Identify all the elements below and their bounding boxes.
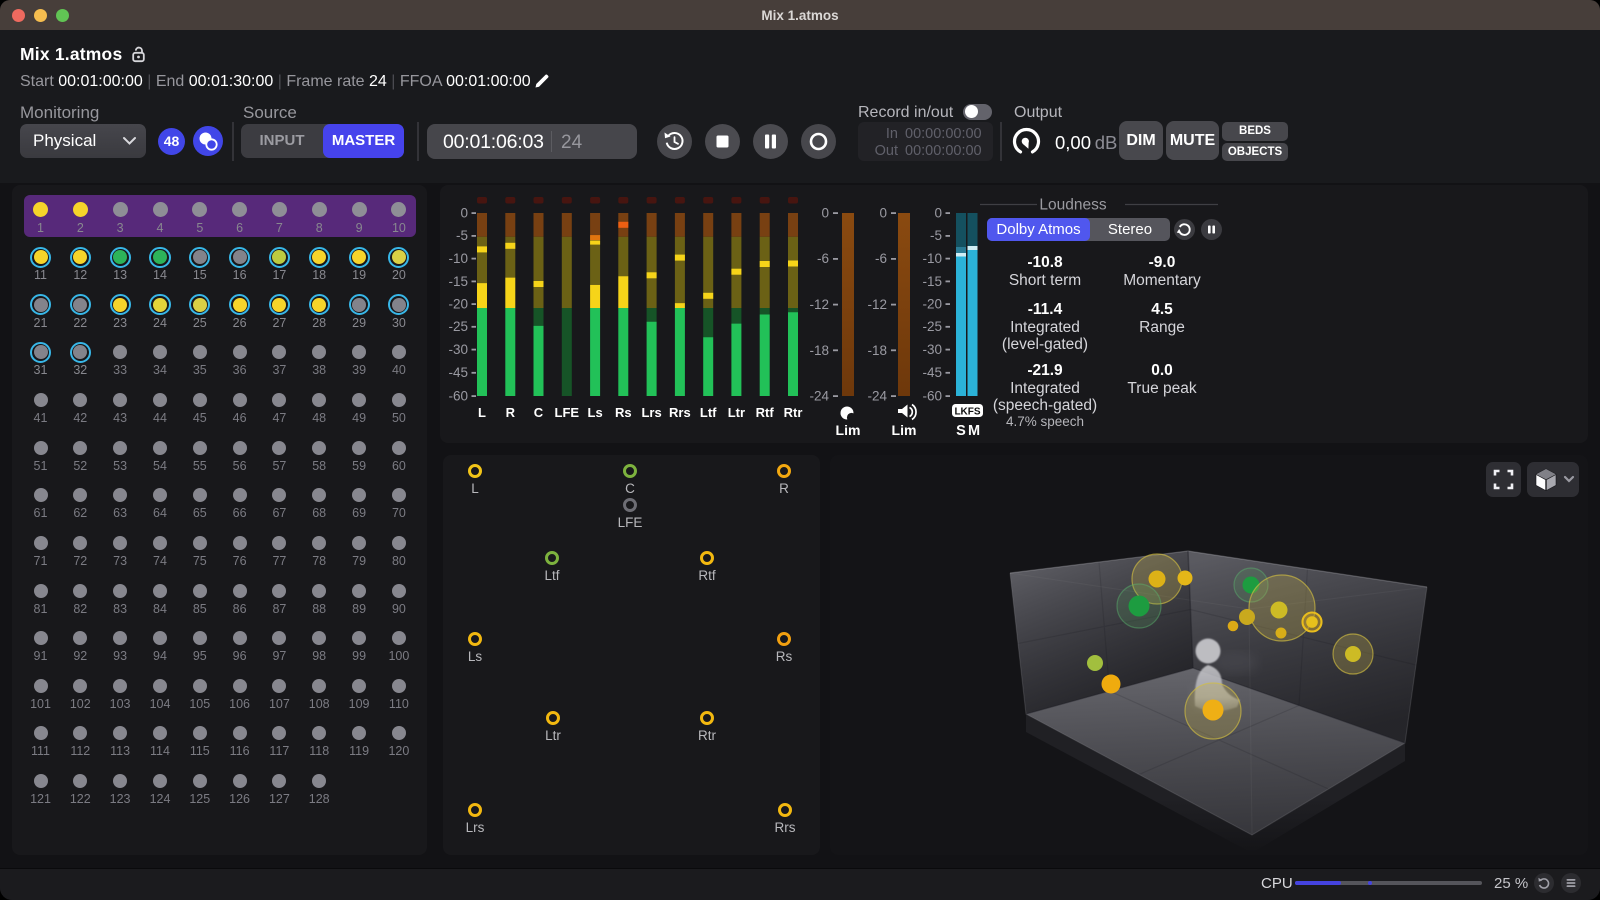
svg-text:-24: -24 (867, 389, 887, 404)
svg-text:-6: -6 (817, 251, 829, 266)
svg-text:0: 0 (879, 206, 887, 221)
svg-text:-18: -18 (809, 343, 829, 358)
svg-text:-12: -12 (809, 297, 829, 312)
svg-text:Ltf: Ltf (700, 405, 717, 420)
svg-text:-25: -25 (448, 319, 468, 334)
svg-text:Rs: Rs (615, 405, 632, 420)
svg-text:-15: -15 (448, 274, 468, 289)
svg-text:Rrs: Rrs (669, 405, 691, 420)
svg-text:Lim: Lim (892, 422, 917, 438)
svg-text:-45: -45 (448, 365, 468, 380)
svg-text:-30: -30 (448, 342, 468, 357)
svg-text:R: R (506, 405, 516, 420)
svg-text:Lim: Lim (836, 422, 861, 438)
svg-text:C: C (534, 405, 544, 420)
svg-text:-5: -5 (456, 228, 468, 243)
svg-text:0: 0 (821, 206, 829, 221)
svg-text:Ls: Ls (588, 405, 603, 420)
svg-text:-60: -60 (448, 389, 468, 404)
svg-text:-20: -20 (448, 297, 468, 312)
svg-text:Ltr: Ltr (728, 405, 745, 420)
svg-text:-6: -6 (875, 251, 887, 266)
svg-text:Rtf: Rtf (756, 405, 775, 420)
svg-text:Rtr: Rtr (784, 405, 803, 420)
svg-text:Lrs: Lrs (641, 405, 661, 420)
svg-text:-12: -12 (867, 297, 887, 312)
svg-text:0: 0 (934, 206, 942, 221)
svg-text:-10: -10 (448, 251, 468, 266)
svg-text:-24: -24 (809, 389, 829, 404)
svg-text:L: L (478, 405, 486, 420)
svg-text:LFE: LFE (555, 405, 580, 420)
svg-text:Loudness: Loudness (1039, 197, 1106, 214)
svg-text:-5: -5 (930, 228, 942, 243)
svg-text:0: 0 (460, 206, 468, 221)
svg-text:-18: -18 (867, 343, 887, 358)
